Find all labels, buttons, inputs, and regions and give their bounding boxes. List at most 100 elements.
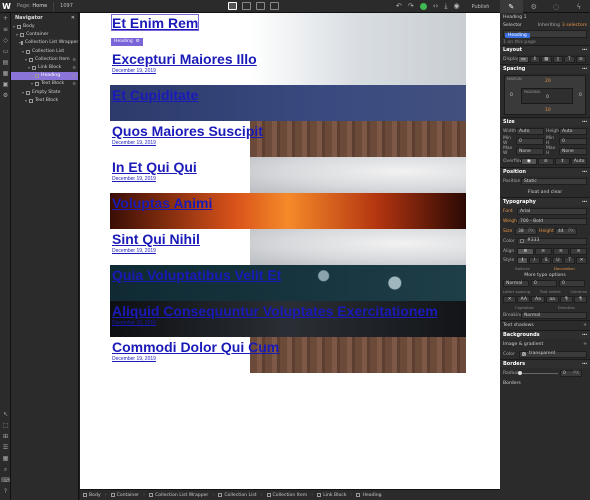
item-date[interactable]: December 19, 2019 xyxy=(112,140,156,146)
width-field[interactable]: Auto xyxy=(516,127,544,135)
align-center-icon[interactable]: ≡ xyxy=(534,247,552,255)
collection-item[interactable]: In Et Qui Qui December 19, 2019 xyxy=(110,157,466,193)
page-selector[interactable]: Page: Home xyxy=(17,3,47,9)
columns-field[interactable]: 0 xyxy=(559,280,585,287)
status-check-icon[interactable] xyxy=(419,3,427,10)
redo-icon[interactable]: ↷ xyxy=(408,2,414,11)
gear-icon[interactable]: ⚙ xyxy=(523,0,546,13)
navigator-item[interactable]: ▾ Collection List Wrapper xyxy=(11,39,78,47)
italic-icon[interactable]: I xyxy=(528,257,540,264)
lightning-icon[interactable]: ϟ xyxy=(568,0,590,13)
item-date[interactable]: December 19, 2019 xyxy=(112,248,156,254)
mobile-portrait-icon[interactable] xyxy=(270,2,279,10)
code-icon[interactable]: ‹› xyxy=(433,2,439,11)
design-canvas[interactable]: Et Enim Rem Heading ⚙ Excepturi Maiores Ill… xyxy=(80,13,500,489)
letter-spacing-field[interactable]: Normal xyxy=(503,280,529,287)
display-flex-button[interactable]: ⫴ xyxy=(529,55,540,63)
selector-field[interactable]: Heading xyxy=(503,30,587,38)
navigator-item[interactable]: ▾ Link Block ⚙ xyxy=(11,64,78,72)
breadcrumb-item[interactable]: Collection Item xyxy=(266,493,307,498)
item-date[interactable]: December 19, 2019 xyxy=(112,68,156,74)
collection-item[interactable]: Et Enim Rem Heading ⚙ xyxy=(110,13,466,49)
assets-icon[interactable]: ▣ xyxy=(0,79,11,90)
navigator-item[interactable]: ▾ Text Block ⚙ xyxy=(11,80,78,88)
navigator-item[interactable]: ▾ Text Block xyxy=(11,97,78,105)
float-clear-toggle[interactable]: Float and clear xyxy=(500,187,590,197)
navigator-item[interactable]: ▾ Collection List xyxy=(11,48,78,56)
item-heading[interactable]: Voluptas Animi xyxy=(112,195,212,211)
margin-top-value[interactable]: 20 xyxy=(545,79,551,84)
overflow-visible-button[interactable]: ◉ xyxy=(521,158,537,165)
capitalize-icon[interactable]: Aa xyxy=(531,295,545,303)
settings-icon[interactable]: ⚙ xyxy=(72,56,76,64)
margin-left-value[interactable]: 0 xyxy=(510,93,513,98)
display-inline-button[interactable]: T xyxy=(564,55,575,63)
keyboard-icon[interactable]: ⌨ xyxy=(0,475,11,486)
height-field[interactable]: Auto xyxy=(559,127,587,135)
slider-handle[interactable] xyxy=(518,370,522,375)
settings-icon[interactable]: ⚙ xyxy=(0,90,11,101)
font-select[interactable]: Arial xyxy=(517,207,587,215)
layout-section[interactable]: Layout ⋯ xyxy=(500,45,590,54)
size-section[interactable]: Size ⋯ xyxy=(500,117,590,126)
position-section[interactable]: Position ⋯ xyxy=(500,167,590,176)
navigator-item[interactable]: ▾ Body xyxy=(11,23,78,31)
item-heading[interactable]: Aliquid Consequuntur Voluptates Exercita… xyxy=(112,303,438,319)
overflow-hidden-button[interactable]: ⊘ xyxy=(537,158,554,165)
mobile-landscape-icon[interactable] xyxy=(256,2,265,10)
item-date[interactable]: December 19, 2019 xyxy=(112,176,156,182)
item-heading[interactable]: Sint Qui Nihil xyxy=(112,231,200,247)
breadcrumb-item[interactable]: Collection List xyxy=(218,493,257,498)
undo-icon[interactable]: ↶ xyxy=(396,2,402,11)
item-heading[interactable]: In Et Qui Qui xyxy=(112,159,197,175)
line-height-field[interactable]: 44 PX xyxy=(555,227,577,235)
rtl-icon[interactable]: ¶ xyxy=(573,295,588,303)
navigator-icon[interactable]: ≡ xyxy=(0,24,11,35)
display-block-button[interactable]: ▭ xyxy=(518,55,529,63)
strikethrough-icon[interactable]: S xyxy=(540,257,552,264)
breadcrumb-item[interactable]: Body xyxy=(83,493,101,498)
min-width-field[interactable]: 0 xyxy=(516,137,544,145)
brush-icon[interactable]: ✎ xyxy=(500,0,523,13)
weight-select[interactable]: 700 - Bold xyxy=(517,217,587,225)
webflow-logo[interactable]: W xyxy=(0,0,13,13)
margin-bottom-value[interactable]: 10 xyxy=(545,108,551,113)
export-icon[interactable]: ⤓ xyxy=(444,2,447,11)
preview-icon[interactable]: ◉ xyxy=(453,2,459,11)
navigator-item[interactable]: ▾ Container xyxy=(11,31,78,39)
publish-button[interactable]: Publish xyxy=(472,4,490,10)
text-indent-field[interactable]: 0 xyxy=(531,280,557,287)
select-icon[interactable]: ⬚ xyxy=(0,420,11,431)
uppercase-icon[interactable]: AA xyxy=(517,295,531,303)
collection-item[interactable]: Quos Maiores Suscipit December 19, 2019 xyxy=(110,121,466,157)
collection-item[interactable]: Commodi Dolor Qui Cum December 19, 2019 xyxy=(110,337,466,373)
ltr-icon[interactable]: ¶ xyxy=(559,295,573,303)
selected-element-tag[interactable]: Heading ⚙ xyxy=(111,38,143,46)
tablet-icon[interactable] xyxy=(242,2,251,10)
borders-section[interactable]: Borders ⋯ xyxy=(500,359,590,368)
typography-section[interactable]: Typography ⋯ xyxy=(500,197,590,206)
breadcrumb-item[interactable]: Container xyxy=(110,493,139,498)
lowercase-icon[interactable]: aa xyxy=(545,295,559,303)
max-height-field[interactable]: None xyxy=(559,147,587,155)
align-justify-icon[interactable]: ≡ xyxy=(570,247,587,255)
cms-icon[interactable]: ▤ xyxy=(0,57,11,68)
collection-item[interactable]: Voluptas Animi xyxy=(110,193,466,229)
item-date[interactable]: December 19, 2019 xyxy=(112,320,156,326)
align-right-icon[interactable]: ≡ xyxy=(552,247,570,255)
breadcrumb-item[interactable]: Collection List Wrapper xyxy=(149,493,208,498)
list-icon[interactable]: ☰ xyxy=(0,442,11,453)
drop-icon[interactable]: ◌ xyxy=(545,0,568,13)
overflow-scroll-button[interactable]: ⇕ xyxy=(554,158,571,165)
italic-off-icon[interactable]: I xyxy=(517,257,528,264)
selector-chip[interactable]: Heading xyxy=(505,33,530,38)
help-icon[interactable]: ? xyxy=(0,486,11,497)
item-heading[interactable]: Quia Voluptatibus Velit Et xyxy=(112,267,281,283)
display-none-button[interactable]: ⊘ xyxy=(575,55,586,63)
selector-count[interactable]: 3 selectors xyxy=(562,23,587,28)
close-icon[interactable]: ✕ xyxy=(71,13,75,23)
backgrounds-section[interactable]: Backgrounds ⋯ xyxy=(500,330,590,339)
margin-right-value[interactable]: 0 xyxy=(579,93,582,98)
min-height-field[interactable]: 0 xyxy=(559,137,587,145)
desktop-icon[interactable] xyxy=(228,2,237,10)
